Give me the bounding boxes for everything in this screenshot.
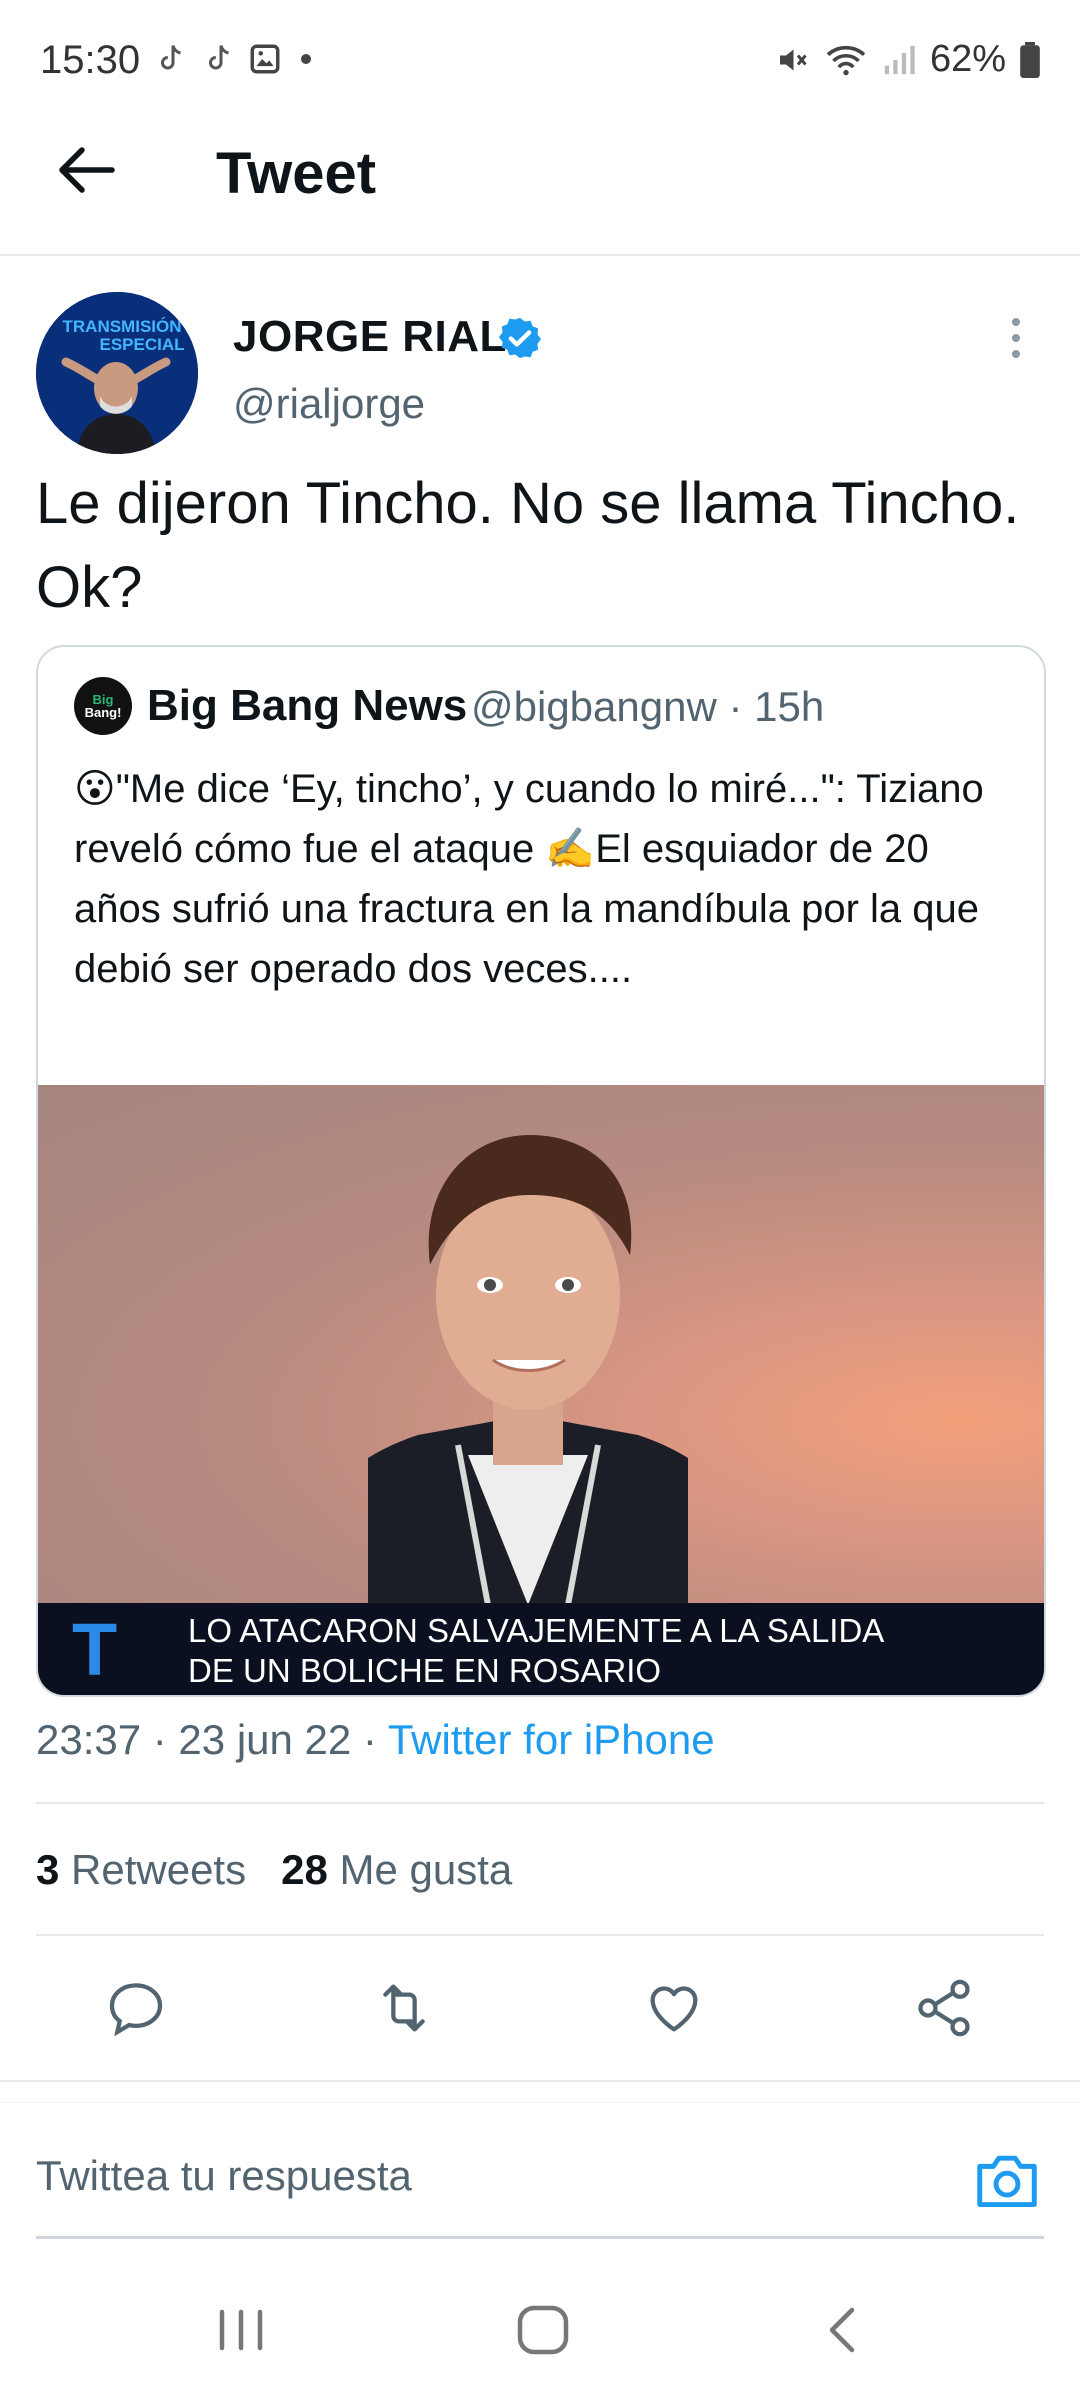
notification-icons bbox=[152, 40, 318, 78]
back-arrow-icon[interactable] bbox=[50, 140, 120, 200]
status-time: 15:30 bbox=[40, 38, 141, 82]
quoted-author-name: Big Bang News bbox=[147, 681, 468, 730]
banner-line-2: DE UN BOLICHE EN ROSARIO bbox=[188, 1652, 662, 1689]
divider bbox=[36, 1802, 1044, 1804]
tweet-meta: 23:37 · 23 jun 22 · Twitter for iPhone bbox=[36, 1716, 715, 1764]
app-header bbox=[0, 120, 1080, 256]
divider bbox=[36, 1934, 1044, 1936]
wifi-icon bbox=[826, 45, 866, 75]
quoted-tweet-card[interactable]: Big Bang! Big Bang News @bigbangnw · 15h … bbox=[36, 645, 1046, 1697]
home-icon[interactable] bbox=[508, 2300, 578, 2360]
engagement-counts[interactable]: 3 Retweets 28 Me gusta bbox=[36, 1846, 512, 1894]
news-banner-text: LO ATACARON SALVAJEMENTE A LA SALIDA DE … bbox=[188, 1611, 884, 1691]
person-photo bbox=[368, 1135, 688, 1605]
quoted-image[interactable]: T LO ATACARON SALVAJEMENTE A LA SALIDA D… bbox=[38, 1085, 1044, 1695]
mute-icon bbox=[779, 49, 807, 70]
gallery-icon bbox=[250, 44, 280, 74]
quoted-avatar-line2: Bang! bbox=[84, 705, 122, 720]
author-avatar[interactable]: TRANSMISIÓN ESPECIAL bbox=[36, 292, 198, 454]
reply-icon[interactable] bbox=[104, 1976, 168, 2040]
nav-back-icon[interactable] bbox=[810, 2300, 880, 2360]
likes-count[interactable]: 28 bbox=[281, 1846, 328, 1893]
like-icon[interactable] bbox=[642, 1976, 706, 2040]
quoted-handle-time: @bigbangnw · 15h bbox=[471, 683, 825, 730]
recent-apps-icon[interactable] bbox=[206, 2300, 276, 2360]
page-title: Tweet bbox=[216, 141, 377, 206]
reply-input[interactable]: Twittea tu respuesta bbox=[36, 2152, 412, 2200]
quoted-text: 😮"Me dice ‘Ey, tincho’, y cuando lo miré… bbox=[74, 767, 984, 991]
tweet-timestamp: 23:37 · 23 jun 22 · bbox=[36, 1716, 388, 1763]
quoted-avatar: Big Bang! bbox=[74, 677, 132, 735]
news-logo: T bbox=[72, 1608, 118, 1691]
svg-text:ESPECIAL: ESPECIAL bbox=[99, 335, 184, 354]
tiktok-icon bbox=[161, 45, 181, 70]
tweet-source-link[interactable]: Twitter for iPhone bbox=[388, 1716, 715, 1763]
camera-icon[interactable] bbox=[974, 2150, 1040, 2210]
retweets-count[interactable]: 3 bbox=[36, 1846, 59, 1893]
reply-underline bbox=[36, 2236, 1044, 2239]
likes-label[interactable]: Me gusta bbox=[328, 1846, 513, 1893]
author-name[interactable]: JORGE RIAL bbox=[233, 312, 507, 362]
status-right: 62% bbox=[774, 38, 1040, 81]
more-icon[interactable] bbox=[1006, 316, 1026, 360]
avatar-text: TRANSMISIÓN bbox=[63, 317, 182, 336]
tweet-text: Le dijeron Tincho. No se llama Tincho. O… bbox=[36, 471, 1020, 620]
battery-percent: 62% bbox=[929, 38, 1006, 80]
signal-icon bbox=[884, 45, 915, 74]
verified-icon bbox=[498, 317, 542, 359]
retweet-icon[interactable] bbox=[372, 1976, 436, 2040]
divider bbox=[0, 2080, 1080, 2082]
tiktok-icon bbox=[209, 45, 229, 70]
divider bbox=[0, 2102, 1080, 2103]
news-banner: T LO ATACARON SALVAJEMENTE A LA SALIDA D… bbox=[38, 1603, 1044, 1695]
share-icon[interactable] bbox=[912, 1976, 976, 2040]
dot-icon bbox=[301, 54, 311, 64]
battery-icon bbox=[1020, 41, 1040, 78]
banner-line-1: LO ATACARON SALVAJEMENTE A LA SALIDA bbox=[188, 1612, 885, 1649]
retweets-label[interactable]: Retweets bbox=[59, 1846, 246, 1893]
author-handle[interactable]: @rialjorge bbox=[233, 380, 425, 428]
